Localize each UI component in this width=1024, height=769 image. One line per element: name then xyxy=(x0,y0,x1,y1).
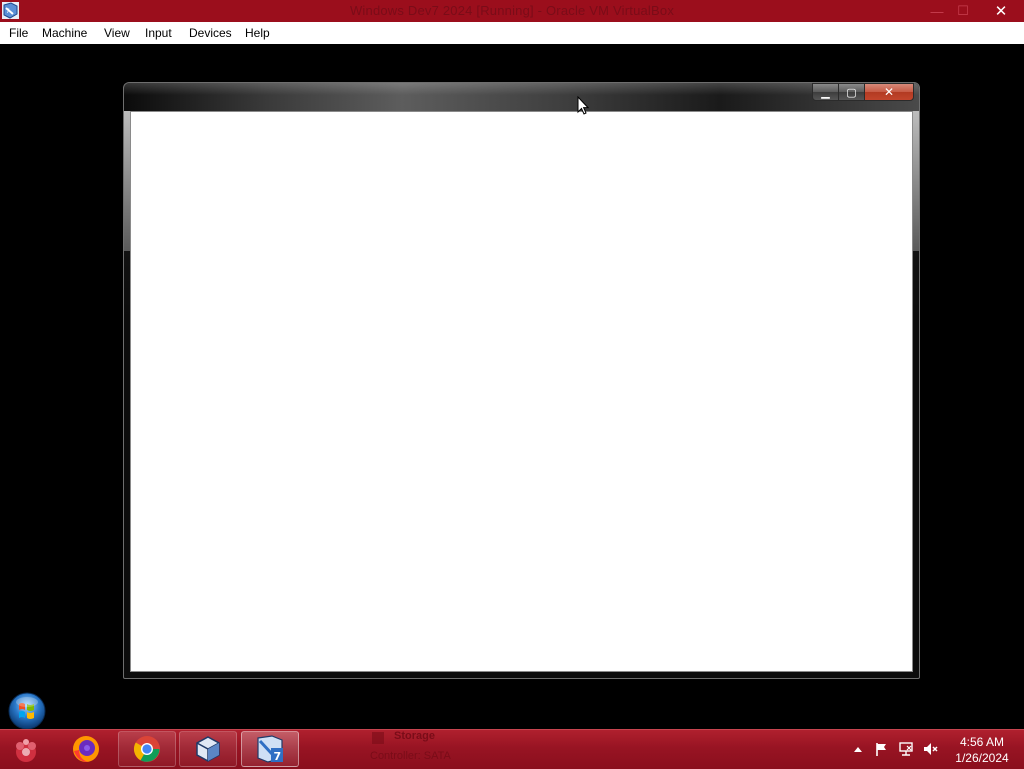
ghost-preview-title: Storage xyxy=(394,730,435,742)
action-center-flag-icon[interactable] xyxy=(874,741,890,757)
guest-minimize-button[interactable]: ▁ xyxy=(812,83,839,101)
desktop-gadget-icon[interactable] xyxy=(10,734,42,766)
menubar: File Machine View Input Devices Help xyxy=(0,22,1024,44)
taskbar-virtualbox-button[interactable] xyxy=(179,731,237,767)
host-window-title: Windows Dev7 2024 [Running] - Oracle VM … xyxy=(349,3,675,18)
clock-time: 4:56 AM xyxy=(959,735,1005,749)
host-close-button[interactable]: ✕ xyxy=(978,0,1024,22)
windows7-vm-icon: 7 xyxy=(257,735,283,763)
storage-icon xyxy=(372,732,384,744)
guest-window-caption[interactable] xyxy=(124,83,919,111)
guest-window-right-edge xyxy=(913,111,919,251)
network-icon[interactable] xyxy=(898,741,914,757)
svg-text:7: 7 xyxy=(274,750,282,763)
chrome-icon xyxy=(133,736,160,762)
host-maximize-button[interactable]: ☐ xyxy=(946,0,980,22)
guest-window-client-area[interactable] xyxy=(130,111,913,672)
menu-view[interactable]: View xyxy=(104,26,130,40)
menu-machine[interactable]: Machine xyxy=(42,26,87,40)
taskbar: 7 Storage Controller: SATA 4:56 AM 1/26/… xyxy=(0,729,1024,769)
guest-maximize-button[interactable]: ▢ xyxy=(838,83,865,101)
menu-devices[interactable]: Devices xyxy=(189,26,232,40)
virtualbox-icon xyxy=(196,736,220,762)
taskbar-clock[interactable]: 4:56 AM 1/26/2024 xyxy=(948,734,1016,766)
host-titlebar: 7 Windows Dev7 2024 [Running] - Oracle V… xyxy=(0,0,1024,22)
menu-help[interactable]: Help xyxy=(245,26,270,40)
show-hidden-icons-icon[interactable] xyxy=(850,741,866,757)
taskbar-ghost-preview: Storage Controller: SATA xyxy=(362,730,602,769)
menu-input[interactable]: Input xyxy=(145,26,172,40)
mouse-cursor-icon xyxy=(577,96,589,115)
clock-date: 1/26/2024 xyxy=(955,751,1009,765)
ghost-preview-subtitle: Controller: SATA xyxy=(370,750,451,762)
menu-file[interactable]: File xyxy=(9,26,28,40)
taskbar-windows7-vm-button[interactable]: 7 xyxy=(241,731,299,767)
firefox-icon xyxy=(73,736,99,762)
volume-muted-icon[interactable] xyxy=(922,741,938,757)
taskbar-firefox-button[interactable] xyxy=(57,731,115,767)
taskbar-chrome-button[interactable] xyxy=(118,731,176,767)
guest-close-button[interactable]: ✕ xyxy=(864,83,914,101)
start-button-icon[interactable] xyxy=(8,692,46,730)
guest-window[interactable]: ▁ ▢ ✕ xyxy=(123,82,920,679)
